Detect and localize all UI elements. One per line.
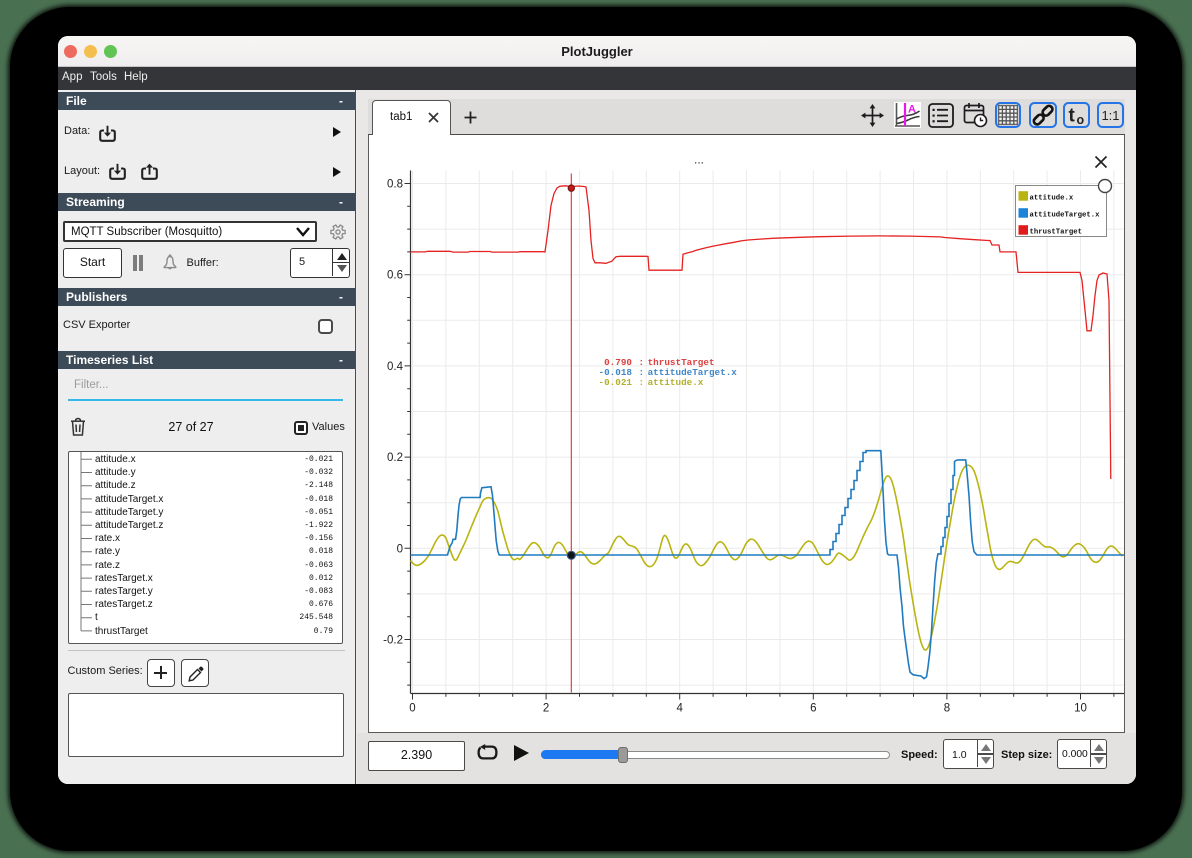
svg-text::: :	[639, 377, 645, 388]
svg-text:A: A	[908, 104, 916, 116]
svg-text:0.8: 0.8	[387, 178, 403, 190]
svg-text:4: 4	[676, 702, 683, 714]
svg-text:10: 10	[1074, 702, 1087, 714]
svg-text:8: 8	[944, 702, 950, 714]
svg-text:thrustTarget: thrustTarget	[1030, 228, 1083, 236]
svg-text:attitude.x: attitude.x	[648, 377, 704, 388]
svg-text:0.2: 0.2	[387, 452, 403, 464]
svg-text:o: o	[1077, 113, 1085, 127]
svg-text:attitude.x: attitude.x	[1030, 194, 1074, 202]
svg-text:6: 6	[810, 702, 816, 714]
svg-text:0: 0	[397, 543, 403, 555]
svg-text:0.4: 0.4	[387, 360, 404, 372]
svg-text:1:1: 1:1	[1101, 108, 1119, 123]
svg-text:0: 0	[409, 702, 415, 714]
svg-text:-0.2: -0.2	[383, 634, 403, 646]
svg-text:...: ...	[694, 152, 704, 166]
svg-text:0.6: 0.6	[387, 269, 403, 281]
svg-text:attitudeTarget.x: attitudeTarget.x	[1030, 211, 1101, 219]
svg-text:-0.021: -0.021	[599, 377, 633, 388]
svg-text:2: 2	[543, 702, 549, 714]
svg-text:t: t	[1069, 106, 1076, 127]
